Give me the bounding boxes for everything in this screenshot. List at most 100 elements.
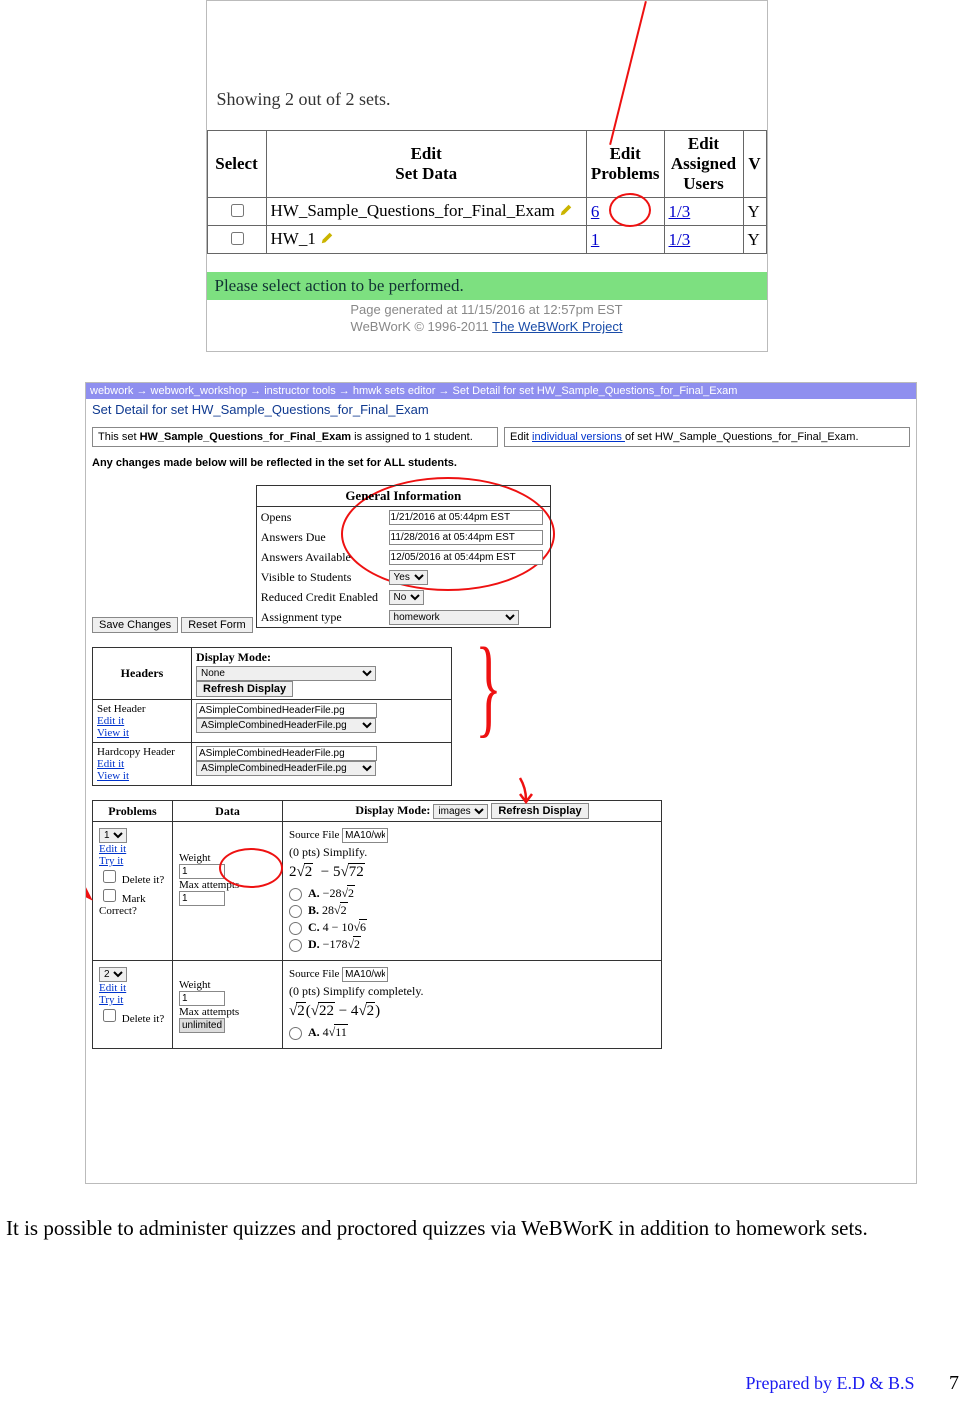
field-label: Visible to Students <box>256 567 384 587</box>
weight-label: Weight <box>179 979 251 991</box>
edit-link[interactable]: Edit it <box>97 758 187 770</box>
problem-row: 1 Edit it Try it Delete it? Mark Correct… <box>93 822 662 961</box>
visible-cell: Y <box>743 198 766 226</box>
individual-versions-link[interactable]: individual versions <box>532 431 625 443</box>
header-file-select[interactable]: ASimpleCombinedHeaderFile.pg <box>196 761 376 776</box>
users-link[interactable]: 1/3 <box>669 202 691 221</box>
field-label: Assignment type <box>256 607 384 628</box>
select-checkbox[interactable] <box>231 232 244 245</box>
users-link[interactable]: 1/3 <box>669 230 691 249</box>
weight-input[interactable] <box>179 991 225 1006</box>
try-link[interactable]: Try it <box>99 855 123 867</box>
edit-link[interactable]: Edit it <box>97 715 187 727</box>
breadcrumb: webwork → webwork_workshop → instructor … <box>86 383 916 399</box>
screenshot-set-detail: webwork → webwork_workshop → instructor … <box>85 382 917 1184</box>
problems-col: Problems <box>93 801 173 822</box>
display-mode-select[interactable]: images <box>433 804 488 819</box>
refresh-button[interactable]: Refresh Display <box>196 681 293 697</box>
opens-input[interactable] <box>389 510 543 525</box>
mark-checkbox-label[interactable]: Mark Correct? <box>99 893 146 917</box>
mark-correct-checkbox[interactable] <box>103 889 116 902</box>
screenshot-sets-editor: Showing 2 out of 2 sets. Select Edit Set… <box>206 0 768 352</box>
header-file-input[interactable] <box>196 746 377 761</box>
generated-label: Page generated at 11/15/2016 at 12:57pm … <box>350 302 622 317</box>
view-link[interactable]: View it <box>97 770 187 782</box>
general-info-table: General Information Opens Answers Due An… <box>256 485 551 628</box>
showing-label: Showing 2 out of 2 sets. <box>207 1 767 130</box>
edit-link[interactable]: Edit it <box>99 843 126 855</box>
max-attempts-input[interactable] <box>179 891 225 906</box>
set-header-label: Set Header <box>97 703 146 715</box>
set-name: HW_1 <box>271 229 316 248</box>
page-title: Set Detail for set HW_Sample_Questions_f… <box>92 399 910 423</box>
visible-select[interactable]: Yes <box>389 570 428 585</box>
edit-versions: Edit individual versions of set HW_Sampl… <box>504 427 910 447</box>
col-problems: Edit Problems <box>586 131 664 198</box>
copyright-label: WeBWorK © 1996-2011 <box>351 319 493 334</box>
table-row: HW_1 1 1/3 Y <box>207 226 766 254</box>
col-v: V <box>743 131 766 198</box>
max-attempts-label: Max attempts <box>179 1006 251 1018</box>
answer-option[interactable]: C. 4 − 106 <box>289 920 655 935</box>
header-file-input[interactable] <box>196 703 377 718</box>
problems-table: Problems Data Display Mode: images Refre… <box>92 800 662 1049</box>
view-link[interactable]: View it <box>97 727 187 739</box>
general-info-header: General Information <box>256 486 550 507</box>
problem-number-select[interactable]: 2 <box>99 967 127 982</box>
math-expression: 2(22 − 42) <box>289 999 655 1023</box>
try-link[interactable]: Try it <box>99 994 123 1006</box>
answer-option[interactable]: D. −1782 <box>289 937 655 952</box>
pencil-icon[interactable] <box>559 202 573 222</box>
due-input[interactable] <box>389 530 543 545</box>
answer-option[interactable]: B. 282 <box>289 903 655 918</box>
refresh-button[interactable]: Refresh Display <box>491 803 588 819</box>
problem-row: 2 Edit it Try it Delete it? Weight Max a… <box>93 961 662 1049</box>
headers-col: Headers <box>93 648 192 700</box>
delete-checkbox[interactable] <box>103 870 116 883</box>
headers-table: Headers Display Mode: None Refresh Displ… <box>92 647 452 786</box>
edit-link[interactable]: Edit it <box>99 982 126 994</box>
delete-checkbox-label[interactable]: Delete it? <box>99 874 164 886</box>
save-button[interactable]: Save Changes <box>92 617 178 633</box>
table-row: HW_Sample_Questions_for_Final_Exam 6 1/3… <box>207 198 766 226</box>
col-setdata: Edit Set Data <box>266 131 586 198</box>
display-mode-select[interactable]: None <box>196 666 376 681</box>
col-select: Select <box>207 131 266 198</box>
weight-input[interactable] <box>179 864 225 879</box>
available-input[interactable] <box>389 550 543 565</box>
source-file-label: Source File <box>289 829 339 841</box>
problems-link[interactable]: 1 <box>591 230 600 249</box>
col-users: Edit Assigned Users <box>664 131 743 198</box>
delete-checkbox-label[interactable]: Delete it? <box>99 1013 164 1025</box>
annotation-brace: } <box>475 642 501 730</box>
assignment-type-select[interactable]: homework <box>389 610 519 625</box>
math-expression: 22 − 572 <box>289 860 655 884</box>
select-checkbox[interactable] <box>231 204 244 217</box>
sets-table: Select Edit Set Data Edit Problems Edit … <box>207 130 767 254</box>
action-bar: Please select action to be performed. <box>207 272 767 300</box>
body-paragraph: It is possible to administer quizzes and… <box>0 1214 973 1242</box>
source-file-input[interactable] <box>342 967 388 982</box>
source-file-input[interactable] <box>342 828 388 843</box>
warning-label: Any changes made below will be reflected… <box>92 457 910 469</box>
field-label: Opens <box>256 507 384 528</box>
set-name: HW_Sample_Questions_for_Final_Exam <box>271 201 555 220</box>
page-footer: Prepared by E.D & B.S 7 <box>746 1372 959 1395</box>
points-label: (0 pts) Simplify completely. <box>289 984 655 999</box>
reset-button[interactable]: Reset Form <box>181 617 252 633</box>
answer-option[interactable]: A. −282 <box>289 886 655 901</box>
assigned-info: This set HW_Sample_Questions_for_Final_E… <box>92 427 498 447</box>
max-attempts-input[interactable] <box>179 1018 225 1033</box>
problems-link[interactable]: 6 <box>591 202 600 221</box>
reduced-credit-select[interactable]: No <box>389 590 424 605</box>
answer-option[interactable]: A. 411 <box>289 1025 655 1040</box>
problem-number-select[interactable]: 1 <box>99 828 127 843</box>
delete-checkbox[interactable] <box>103 1009 116 1022</box>
display-mode-header: Display Mode: None Refresh Display <box>192 648 452 700</box>
data-col: Data <box>173 801 283 822</box>
pencil-icon[interactable] <box>320 230 334 250</box>
webwork-project-link[interactable]: The WeBWorK Project <box>492 319 622 334</box>
header-file-select[interactable]: ASimpleCombinedHeaderFile.pg <box>196 718 376 733</box>
max-attempts-label: Max attempts <box>179 879 251 891</box>
page-number: 7 <box>949 1372 959 1394</box>
